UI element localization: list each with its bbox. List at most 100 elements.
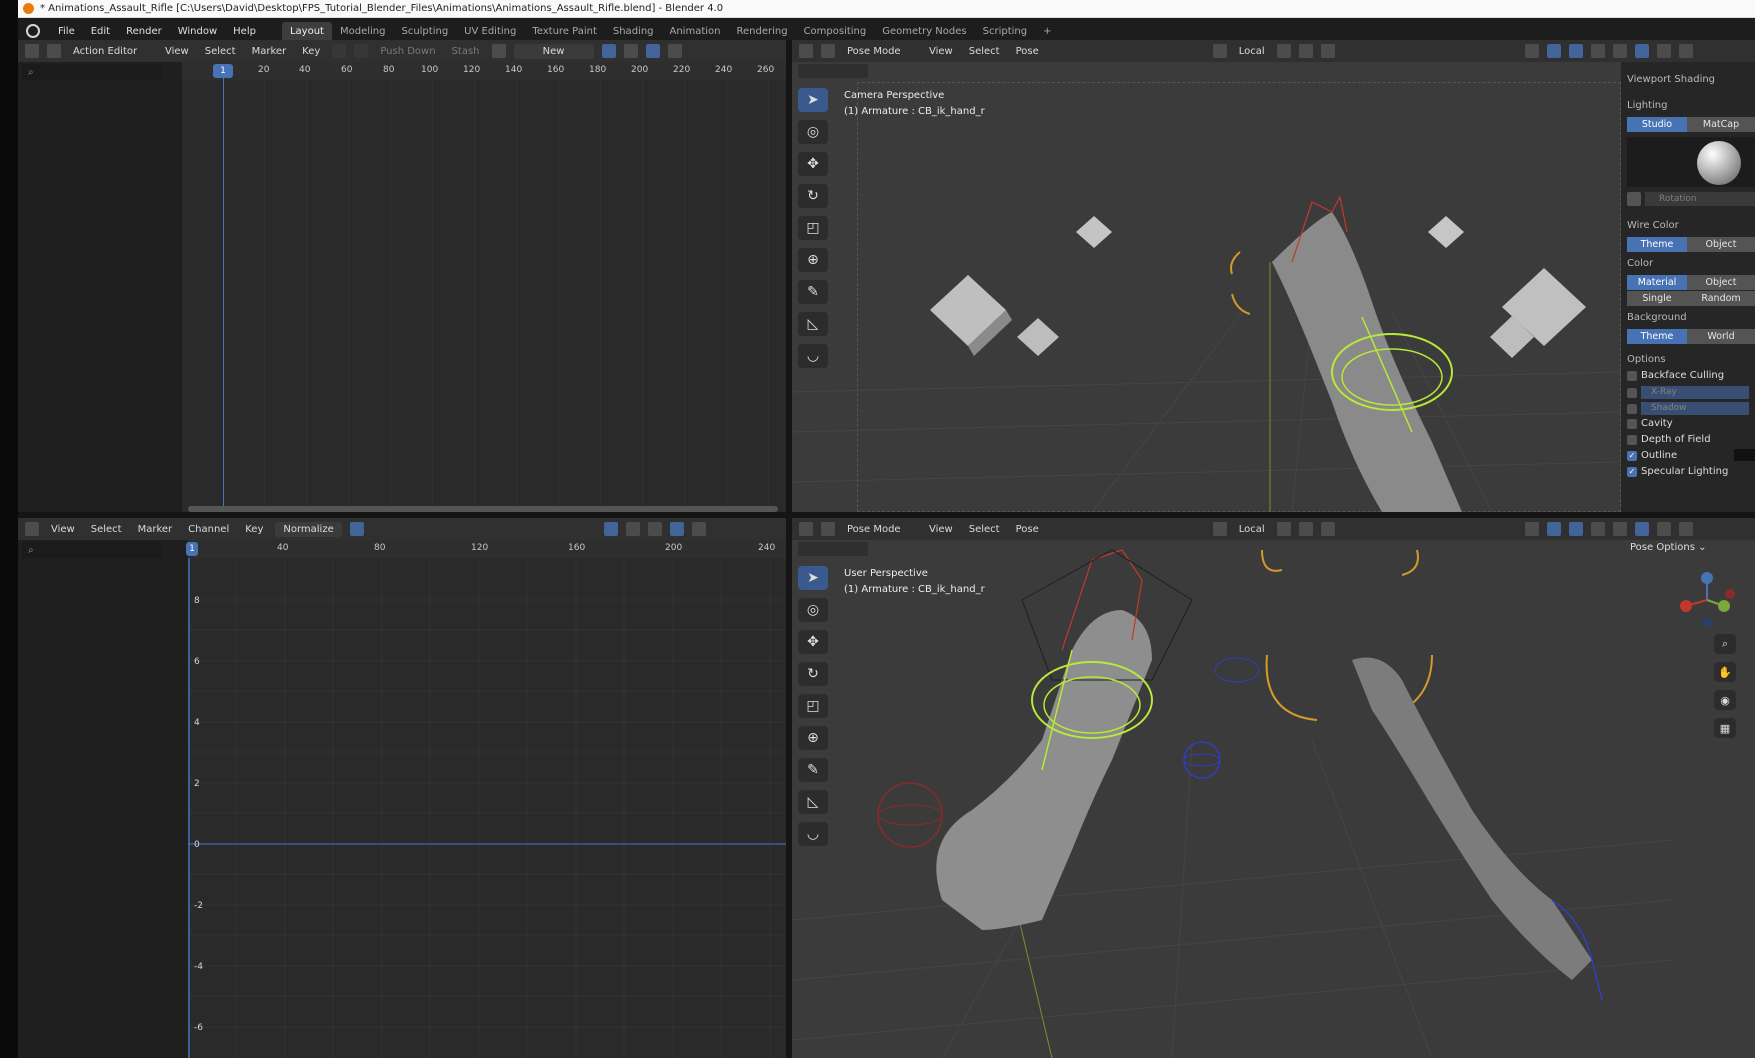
ge-menu-select[interactable]: Select	[84, 524, 129, 535]
wireframe-shading-icon[interactable]	[1612, 44, 1627, 58]
tab-modeling[interactable]: Modeling	[332, 22, 394, 41]
proportional-edit-icon[interactable]	[1320, 44, 1335, 58]
stash-button[interactable]: Stash	[445, 46, 487, 57]
tab-animation[interactable]: Animation	[662, 22, 729, 41]
tab-texture-paint[interactable]: Texture Paint	[524, 22, 605, 41]
filter-select-icon[interactable]	[603, 522, 618, 536]
color-random-button[interactable]: Random	[1687, 291, 1755, 306]
solid-shading-icon[interactable]	[1634, 522, 1649, 536]
viewport-editor-type-icon[interactable]	[799, 522, 813, 536]
current-frame-indicator[interactable]: 1	[213, 64, 233, 78]
snap-icon[interactable]	[1298, 44, 1313, 58]
pivot-point-icon[interactable]	[1276, 522, 1291, 536]
lighting-studio-button[interactable]: Studio	[1627, 117, 1687, 132]
blender-menu-icon[interactable]	[26, 24, 40, 38]
solid-shading-icon[interactable]	[1634, 44, 1649, 58]
rendered-shading-icon[interactable]	[1678, 44, 1693, 58]
tab-scripting[interactable]: Scripting	[975, 22, 1035, 41]
viewport-top[interactable]: Camera Perspective (1) Armature : CB_ik_…	[792, 62, 1621, 512]
graph-editor-type-icon[interactable]	[25, 522, 39, 536]
pivot-point-icon[interactable]	[1276, 44, 1291, 58]
arrow-down-icon[interactable]	[332, 44, 347, 58]
proportional-icon[interactable]	[691, 522, 706, 536]
cavity-checkbox[interactable]: Cavity	[1627, 418, 1673, 429]
vp-menu-pose[interactable]: Pose	[1009, 46, 1046, 57]
menu-help[interactable]: Help	[225, 26, 264, 37]
menu-edit[interactable]: Edit	[83, 26, 118, 37]
filter-icon[interactable]	[623, 44, 638, 58]
tab-compositing[interactable]: Compositing	[796, 22, 875, 41]
menu-window[interactable]: Window	[170, 26, 225, 37]
mode-select[interactable]: Pose Mode	[840, 524, 920, 535]
channel-search-input[interactable]: ⌕	[22, 64, 162, 80]
action-editor-mode-select[interactable]: Action Editor	[66, 46, 156, 57]
xray-icon[interactable]	[1590, 522, 1605, 536]
viewport-bottom[interactable]: User Perspective (1) Armature : CB_ik_ha…	[792, 540, 1755, 1058]
lighting-matcap-button[interactable]: MatCap	[1687, 117, 1755, 132]
tab-layout[interactable]: Layout	[281, 21, 332, 41]
add-workspace-button[interactable]: +	[1035, 22, 1059, 41]
arrow-up-icon[interactable]	[354, 44, 369, 58]
ae-menu-marker[interactable]: Marker	[245, 46, 294, 57]
transform-orientation-icon[interactable]	[1212, 522, 1227, 536]
depth-of-field-checkbox[interactable]: Depth of Field	[1627, 434, 1711, 445]
graph-frame-ruler[interactable]: 1 40 80 120 160 200 240	[186, 540, 786, 558]
tab-sculpting[interactable]: Sculpting	[393, 22, 456, 41]
dopesheet-area[interactable]: 1 20 40 60 80 100 120 140 160 180 200 22…	[182, 62, 786, 512]
ae-menu-view[interactable]: View	[158, 46, 196, 57]
color-object-button[interactable]: Object	[1687, 275, 1755, 290]
ge-menu-channel[interactable]: Channel	[181, 524, 236, 535]
orientation-select[interactable]: Local	[1232, 524, 1272, 535]
color-material-button[interactable]: Material	[1627, 275, 1687, 290]
xray-icon[interactable]	[1590, 44, 1605, 58]
proportional-icon[interactable]	[667, 44, 682, 58]
refresh-icon[interactable]	[349, 522, 364, 536]
graph-area[interactable]: 1 40 80 120 160 200 240 8 6 4 2 0 -2 -4 …	[186, 540, 786, 1058]
navigation-gizmo[interactable]	[1672, 570, 1742, 630]
bg-theme-button[interactable]: Theme	[1627, 329, 1687, 344]
shadow-checkbox[interactable]: Shadow	[1627, 402, 1749, 415]
push-down-button[interactable]: Push Down	[373, 46, 442, 57]
snapping-icon[interactable]	[669, 522, 684, 536]
tab-shading[interactable]: Shading	[605, 22, 662, 41]
wireframe-shading-icon[interactable]	[1612, 522, 1627, 536]
zoom-icon[interactable]: ⌕	[1714, 634, 1736, 654]
rendered-shading-icon[interactable]	[1678, 522, 1693, 536]
playhead-line[interactable]	[223, 78, 224, 512]
visibility-icon[interactable]	[1524, 522, 1539, 536]
outline-checkbox[interactable]: ✓ Outline	[1627, 450, 1677, 461]
new-action-button[interactable]: New	[513, 43, 594, 59]
vp-menu-pose[interactable]: Pose	[1009, 524, 1046, 535]
editor-type-icon[interactable]	[25, 44, 39, 58]
ge-menu-view[interactable]: View	[44, 524, 82, 535]
world-space-lighting-icon[interactable]	[1627, 192, 1641, 206]
visibility-icon[interactable]	[1524, 44, 1539, 58]
snapping-icon[interactable]	[645, 44, 660, 58]
filter-select-icon[interactable]	[601, 44, 616, 58]
color-single-button[interactable]: Single	[1627, 291, 1687, 306]
menu-file[interactable]: File	[50, 26, 83, 37]
vp-menu-select[interactable]: Select	[962, 524, 1007, 535]
overlay-icon[interactable]	[1568, 44, 1583, 58]
overlay-icon[interactable]	[1568, 522, 1583, 536]
ae-menu-key[interactable]: Key	[295, 46, 327, 57]
pan-hand-icon[interactable]: ✋	[1714, 662, 1736, 682]
material-shading-icon[interactable]	[1656, 44, 1671, 58]
vp-menu-view[interactable]: View	[922, 524, 960, 535]
tab-geometry-nodes[interactable]: Geometry Nodes	[874, 22, 974, 41]
viewport-editor-type-icon[interactable]	[799, 44, 813, 58]
mode-select[interactable]: Pose Mode	[840, 46, 920, 57]
ae-menu-select[interactable]: Select	[198, 46, 243, 57]
graph-current-frame[interactable]: 1	[186, 542, 198, 556]
action-frame-ruler[interactable]: 1 20 40 60 80 100 120 140 160 180 200 22…	[182, 62, 786, 80]
backface-culling-checkbox[interactable]: Backface Culling	[1627, 370, 1724, 381]
action-browse-icon[interactable]	[491, 44, 506, 58]
camera-view-icon[interactable]: ◉	[1714, 690, 1736, 710]
rotation-slider[interactable]: Rotation	[1645, 192, 1755, 206]
studio-light-preview[interactable]	[1627, 137, 1755, 187]
gizmo-icon[interactable]	[1546, 522, 1561, 536]
outline-color-swatch[interactable]	[1734, 449, 1755, 461]
ge-menu-key[interactable]: Key	[238, 524, 270, 535]
snap-icon[interactable]	[1298, 522, 1313, 536]
tab-uv-editing[interactable]: UV Editing	[456, 22, 524, 41]
